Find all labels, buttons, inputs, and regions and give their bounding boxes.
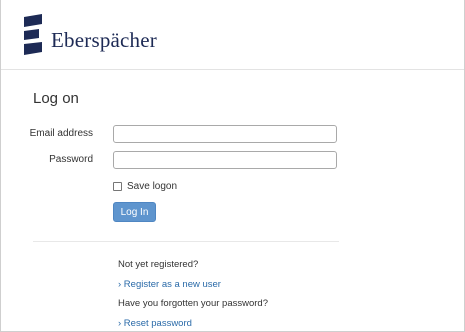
not-registered-text: Not yet registered? — [118, 259, 199, 270]
page-title: Log on — [33, 90, 79, 107]
save-logon-checkbox[interactable] — [113, 182, 122, 191]
password-label: Password — [49, 154, 93, 165]
section-divider — [33, 241, 339, 242]
save-logon-row: Save logon — [113, 181, 177, 192]
password-field[interactable] — [113, 151, 337, 169]
email-row: Email address — [1, 125, 464, 145]
eberspaecher-logo-icon — [24, 14, 42, 55]
eberspaecher-logo[interactable]: Eberspächer — [21, 14, 157, 58]
brand-name: Eberspächer — [51, 28, 157, 52]
email-label: Email address — [29, 128, 93, 139]
email-field[interactable] — [113, 125, 337, 143]
password-row: Password — [1, 151, 464, 171]
login-page: Eberspächer Log on Email address Passwor… — [0, 0, 465, 332]
save-logon-label[interactable]: Save logon — [127, 181, 177, 192]
forgot-password-text: Have you forgotten your password? — [118, 298, 268, 309]
reset-password-link[interactable]: › Reset password — [118, 318, 192, 329]
login-button[interactable]: Log In — [113, 202, 156, 222]
register-link[interactable]: › Register as a new user — [118, 279, 221, 290]
site-header: Eberspächer — [1, 0, 464, 70]
